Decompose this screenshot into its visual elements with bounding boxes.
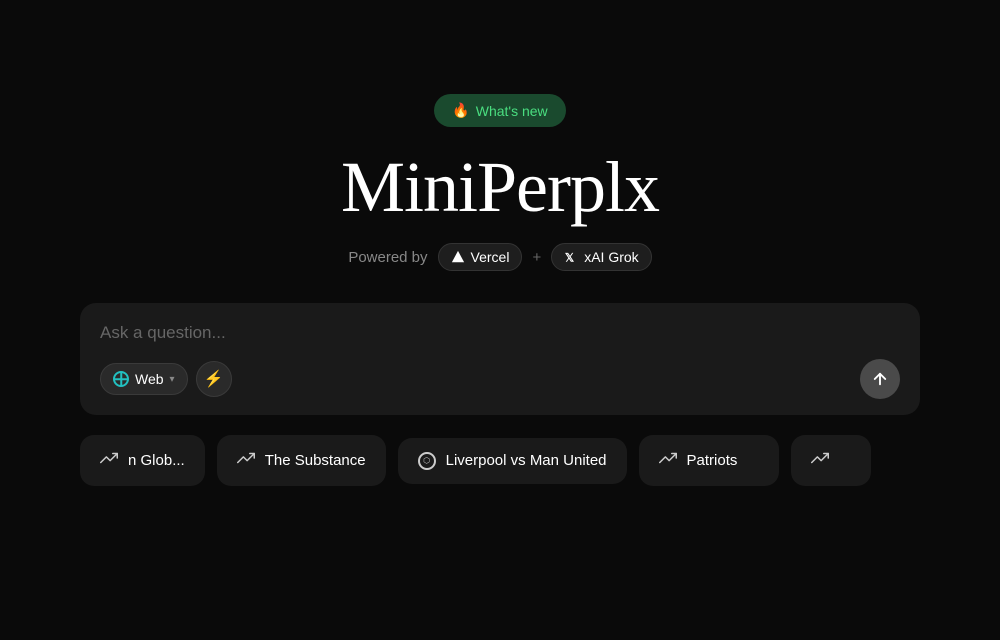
trend-up-icon-patriots xyxy=(659,449,677,472)
soccer-icon xyxy=(418,452,436,470)
globe-icon xyxy=(113,371,129,387)
trending-card-patriots[interactable]: Patriots xyxy=(639,435,779,486)
trending-card-substance-label: The Substance xyxy=(265,452,366,469)
xai-label: xAI Grok xyxy=(584,249,638,265)
plus-separator: + xyxy=(532,249,541,266)
vercel-badge[interactable]: Vercel xyxy=(438,243,523,271)
fire-icon: 🔥 xyxy=(452,102,469,119)
main-content: 🔥 What's new MiniPerplx Powered by Verce… xyxy=(0,94,1000,486)
web-dropdown[interactable]: Web ▾ xyxy=(100,363,188,395)
search-footer: Web ▾ ⚡ xyxy=(100,359,900,399)
trending-card-liverpool[interactable]: Liverpool vs Man United xyxy=(398,438,627,484)
trending-section: n Glob... The Substance Liverpool vs Man… xyxy=(80,435,920,486)
xai-icon: 𝕏 xyxy=(564,250,578,264)
search-box: Web ▾ ⚡ xyxy=(80,303,920,415)
svg-text:𝕏: 𝕏 xyxy=(565,252,574,264)
powered-by-row: Powered by Vercel + 𝕏 xAI Grok xyxy=(348,243,651,271)
app-title: MiniPerplx xyxy=(341,151,659,223)
trending-card-glob[interactable]: n Glob... xyxy=(80,435,205,486)
trending-card-glob-label: n Glob... xyxy=(128,452,185,469)
search-controls-left: Web ▾ ⚡ xyxy=(100,361,232,397)
vercel-label: Vercel xyxy=(471,249,510,265)
arrow-up-icon xyxy=(871,370,889,388)
whats-new-button[interactable]: 🔥 What's new xyxy=(434,94,565,127)
search-input[interactable] xyxy=(100,323,900,343)
powered-by-label: Powered by xyxy=(348,249,427,266)
web-label: Web xyxy=(135,371,164,387)
trending-card-substance[interactable]: The Substance xyxy=(217,435,386,486)
submit-button[interactable] xyxy=(860,359,900,399)
bolt-icon: ⚡ xyxy=(204,369,224,389)
trending-card-patriots-label: Patriots xyxy=(687,452,738,469)
trend-up-icon-substance xyxy=(237,449,255,472)
trending-card-liverpool-label: Liverpool vs Man United xyxy=(446,452,607,469)
xai-badge[interactable]: 𝕏 xAI Grok xyxy=(551,243,651,271)
chevron-down-icon: ▾ xyxy=(170,374,175,385)
vercel-icon xyxy=(451,250,465,264)
trend-up-icon xyxy=(100,449,118,472)
whats-new-label: What's new xyxy=(476,103,548,119)
bolt-button[interactable]: ⚡ xyxy=(196,361,232,397)
trend-up-icon-more xyxy=(811,449,829,472)
trending-card-more[interactable] xyxy=(791,435,871,486)
